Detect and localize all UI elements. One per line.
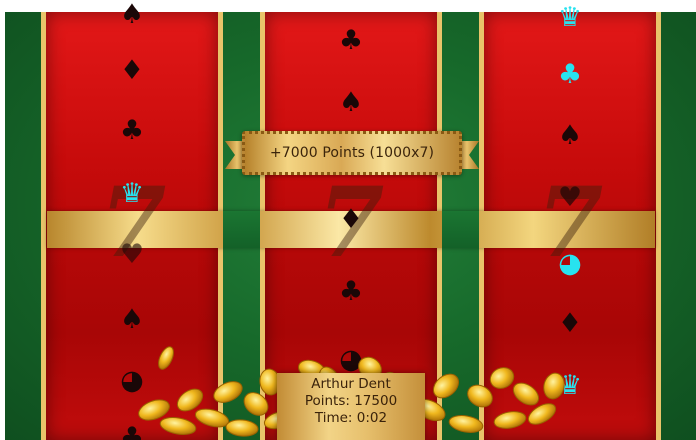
diamond-icon: ♦ <box>119 55 145 86</box>
pacman-icon: ◕ <box>558 248 582 279</box>
player-time: Time: 0:02 <box>314 410 388 426</box>
diamond-icon: ♦ <box>338 204 364 235</box>
crown-icon: ♛ <box>119 178 145 209</box>
club-icon: ♣ <box>338 276 364 307</box>
banner-plate: +7000 Points (1000x7) <box>242 131 462 175</box>
club-icon: ♣ <box>557 59 583 90</box>
win-message: +7000 Points (1000x7) <box>269 145 435 161</box>
spade-icon: ♠ <box>119 0 145 30</box>
player-points: Points: 17500 <box>304 393 398 409</box>
slot-machine-scene: 7 7 7 ♠ ♦ ♣ ♛ ♥ ♠ ◕ ♣ ♣ ♠ ♠ ♦ ♣ ◕ ♛ ♣ ♠ … <box>0 0 696 440</box>
win-banner: +7000 Points (1000x7) <box>225 131 479 177</box>
club-icon: ♣ <box>338 25 364 56</box>
payline-gap-1 <box>223 211 260 248</box>
heart-icon: ♥ <box>119 239 145 270</box>
player-info-card: Arthur Dent Points: 17500 Time: 0:02 <box>277 373 425 440</box>
spade-icon: ♠ <box>338 87 364 118</box>
heart-icon: ♥ <box>557 182 583 213</box>
payline-gap-2 <box>442 211 479 248</box>
spade-icon: ♠ <box>557 120 583 151</box>
crown-icon: ♛ <box>557 2 583 33</box>
player-name: Arthur Dent <box>311 376 391 392</box>
club-icon: ♣ <box>119 115 145 146</box>
